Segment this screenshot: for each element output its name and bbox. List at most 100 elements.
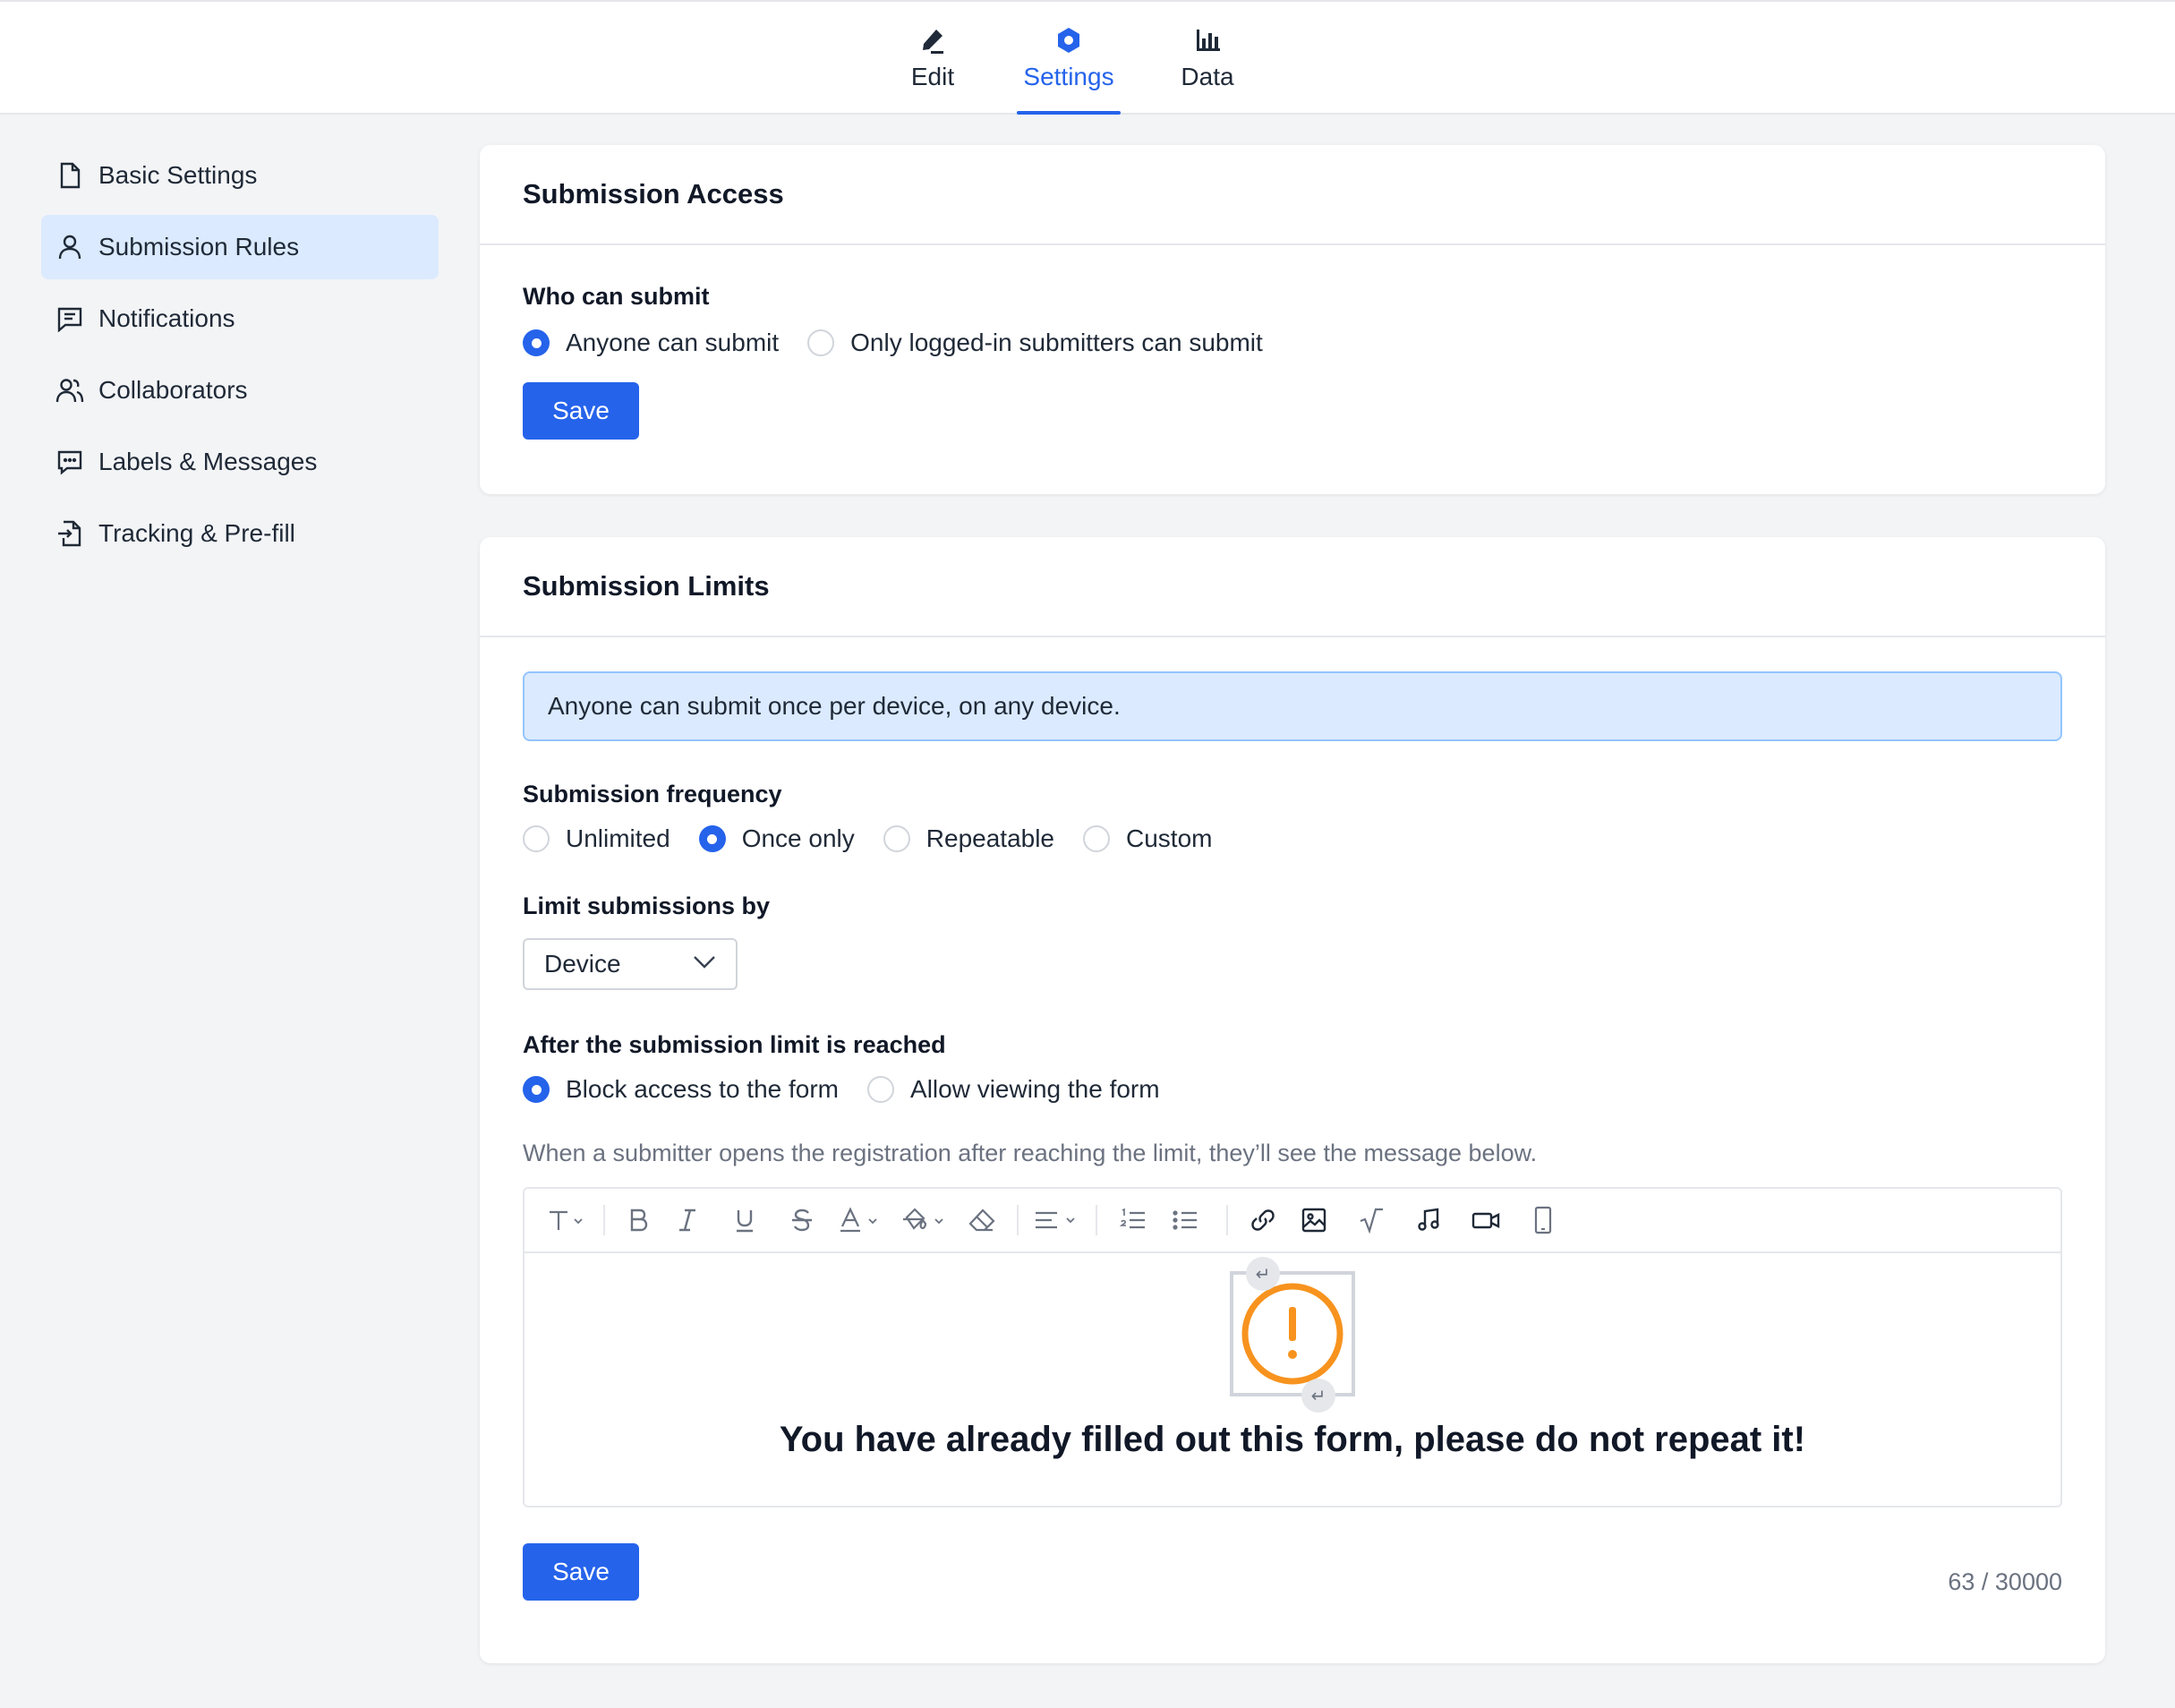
radio-anyone-can-submit[interactable]: Anyone can submit [523, 329, 779, 357]
radio-unlimited[interactable]: Unlimited [523, 824, 670, 853]
audio-icon[interactable] [1400, 1202, 1457, 1238]
save-limits-button[interactable]: Save [523, 1543, 639, 1601]
toolbar-divider [603, 1205, 605, 1235]
after-limit-radio-group: Block access to the form Allow viewing t… [523, 1075, 2062, 1104]
radio-label: Unlimited [566, 824, 670, 852]
radio-button[interactable] [807, 329, 835, 356]
line-break-marker-icon: ↵ [1301, 1379, 1335, 1413]
card-title: Submission Access [523, 178, 784, 209]
sidebar-item-notifications[interactable]: Notifications [41, 286, 439, 351]
video-icon[interactable] [1457, 1202, 1514, 1238]
eraser-icon[interactable] [960, 1202, 1004, 1238]
sidebar-item-labels-messages[interactable]: Labels & Messages [41, 430, 439, 494]
save-access-button[interactable]: Save [523, 382, 639, 440]
card-title: Submission Limits [523, 570, 770, 602]
submission-limits-card: Submission Limits Anyone can submit once… [480, 537, 2105, 1663]
notification-icon [55, 304, 84, 333]
text-style-icon[interactable] [542, 1202, 591, 1238]
radio-label: Only logged-in submitters can submit [850, 329, 1263, 356]
users-icon [55, 376, 84, 405]
line-break-marker-icon: ↵ [1246, 1257, 1280, 1291]
tab-edit[interactable]: Edit [906, 2, 960, 115]
font-color-icon[interactable] [831, 1202, 893, 1238]
rich-text-editor: ↵ ↵ You have already filled out this for… [523, 1187, 2062, 1507]
radio-button[interactable] [523, 825, 550, 852]
toolbar-divider [1017, 1205, 1019, 1235]
card-header: Submission Access [480, 145, 2105, 245]
underline-icon[interactable] [716, 1202, 773, 1238]
align-icon[interactable] [1031, 1202, 1083, 1238]
radio-allow-viewing[interactable]: Allow viewing the form [867, 1075, 1160, 1104]
sidebar-item-collaborators[interactable]: Collaborators [41, 358, 439, 423]
radio-once-only[interactable]: Once only [698, 824, 855, 853]
formula-icon[interactable] [1343, 1202, 1400, 1238]
top-tab-bar: Edit Settings Data [0, 0, 2175, 115]
settings-sidebar: Basic Settings Submission Rules Notifica… [41, 143, 439, 573]
sidebar-item-label: Basic Settings [98, 161, 258, 189]
limit-info-banner: Anyone can submit once per device, on an… [523, 671, 2062, 741]
radio-label: Once only [741, 824, 855, 852]
card-body: Anyone can submit once per device, on an… [480, 671, 2105, 1601]
sidebar-item-basic-settings[interactable]: Basic Settings [41, 143, 439, 208]
after-limit-label: After the submission limit is reached [523, 1031, 946, 1058]
toolbar-divider [1096, 1205, 1097, 1235]
radio-button[interactable] [698, 825, 726, 852]
link-icon[interactable] [1241, 1202, 1285, 1238]
radio-repeatable[interactable]: Repeatable [883, 824, 1054, 853]
file-icon [55, 161, 84, 190]
submission-frequency-radio-group: Unlimited Once only Repeatable Custom [523, 824, 2062, 853]
radio-button[interactable] [883, 825, 910, 852]
radio-label: Anyone can submit [566, 329, 780, 356]
bullet-list-icon[interactable] [1156, 1202, 1214, 1238]
mobile-preview-icon[interactable] [1514, 1202, 1572, 1238]
tab-settings-label: Settings [1023, 63, 1114, 90]
radio-button[interactable] [1083, 825, 1111, 852]
radio-label: Custom [1126, 824, 1213, 852]
warning-image[interactable] [1230, 1271, 1355, 1396]
sidebar-item-tracking-prefill[interactable]: Tracking & Pre-fill [41, 501, 439, 566]
tab-settings[interactable]: Settings [1017, 2, 1121, 115]
card-body: Who can submit Anyone can submit Only lo… [480, 283, 2105, 440]
tab-data-label: Data [1181, 63, 1234, 90]
tab-data[interactable]: Data [1178, 2, 1237, 115]
tab-edit-label: Edit [910, 63, 955, 90]
card-header: Submission Limits [480, 537, 2105, 637]
who-can-submit-radio-group: Anyone can submit Only logged-in submitt… [523, 329, 2062, 357]
radio-button[interactable] [523, 1076, 550, 1103]
strikethrough-icon[interactable] [773, 1202, 831, 1238]
pencil-icon [917, 25, 948, 56]
radio-label: Block access to the form [566, 1075, 840, 1103]
bold-icon[interactable] [618, 1202, 659, 1238]
message-icon [55, 448, 84, 476]
user-icon [55, 233, 84, 261]
ordered-list-icon[interactable] [1110, 1202, 1156, 1238]
bar-chart-icon [1192, 25, 1223, 56]
radio-button[interactable] [523, 329, 550, 356]
image-icon[interactable] [1285, 1202, 1343, 1238]
fill-color-icon[interactable] [893, 1202, 960, 1238]
limit-by-select[interactable]: Device [523, 938, 738, 990]
settings-hexagon-icon [1053, 25, 1084, 56]
toolbar-divider [1226, 1205, 1228, 1235]
exclamation-circle-icon [1241, 1283, 1343, 1385]
chevron-down-icon [693, 955, 716, 974]
italic-icon[interactable] [659, 1202, 716, 1238]
limit-by-label: Limit submissions by [523, 892, 771, 919]
radio-button[interactable] [867, 1076, 895, 1103]
file-import-icon [55, 519, 84, 548]
select-value: Device [544, 950, 621, 978]
submission-frequency-label: Submission frequency [523, 781, 782, 807]
editor-toolbar [525, 1189, 2060, 1253]
radio-label: Allow viewing the form [910, 1075, 1160, 1103]
sidebar-item-label: Labels & Messages [98, 448, 318, 475]
editor-content-area[interactable]: ↵ ↵ You have already filled out this for… [525, 1253, 2060, 1506]
radio-block-access[interactable]: Block access to the form [523, 1075, 839, 1104]
character-count: 63 / 30000 [1948, 1568, 2062, 1595]
sidebar-item-label: Tracking & Pre-fill [98, 519, 295, 547]
submission-access-card: Submission Access Who can submit Anyone … [480, 145, 2105, 494]
radio-custom[interactable]: Custom [1083, 824, 1212, 853]
radio-logged-in-only[interactable]: Only logged-in submitters can submit [807, 329, 1263, 357]
limit-reached-message: You have already filled out this form, p… [779, 1420, 1806, 1459]
radio-label: Repeatable [925, 824, 1055, 852]
sidebar-item-submission-rules[interactable]: Submission Rules [41, 215, 439, 279]
